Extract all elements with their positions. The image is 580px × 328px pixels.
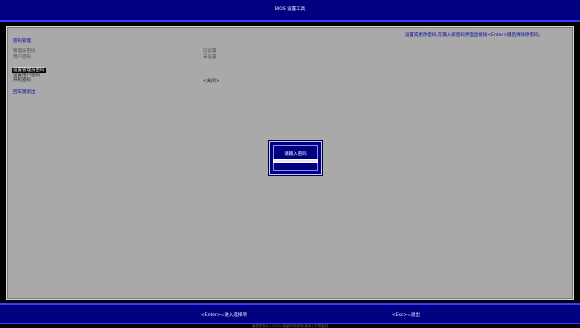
menu-item-power-on-password[interactable]: 开机密码 xyxy=(13,78,31,83)
menu-item-exit[interactable]: 回车键退出 xyxy=(13,90,36,95)
dialog-prompt: 请输入密码 xyxy=(284,152,307,157)
esc-key-hint: <Esc>=退出 xyxy=(392,313,420,318)
status-label-admin: 管理员密码 xyxy=(13,49,36,54)
enter-key-hint: <Enter>=进入选择项 xyxy=(201,313,247,318)
status-value-admin: 已设置 xyxy=(203,49,217,54)
title-bar: BIOS 设置工具 xyxy=(0,0,580,22)
help-text: 设置或更改密码,在输入新密码界面直接按<Enter>键后清除原密码。 xyxy=(404,33,543,38)
status-value-user: 未设置 xyxy=(203,55,217,60)
password-input[interactable] xyxy=(273,159,318,163)
power-on-password-value[interactable]: <关闭> xyxy=(203,79,220,84)
copyright-text: 版权所有(C) 2021 保留所有权利(版本) 不得复制 xyxy=(251,324,329,328)
status-label-user: 用户密码 xyxy=(13,55,31,60)
footer-bar: <Enter>=进入选择项 <Esc>=退出 xyxy=(0,305,580,324)
bios-setup-screen: BIOS 设置工具 设置或更改密码,在输入新密码界面直接按<Enter>键后清除… xyxy=(0,0,580,328)
dialog-frame xyxy=(273,145,318,171)
password-dialog: 请输入密码 xyxy=(269,141,322,175)
window-title: BIOS 设置工具 xyxy=(274,7,306,12)
section-title: 密码管理 xyxy=(13,39,31,44)
